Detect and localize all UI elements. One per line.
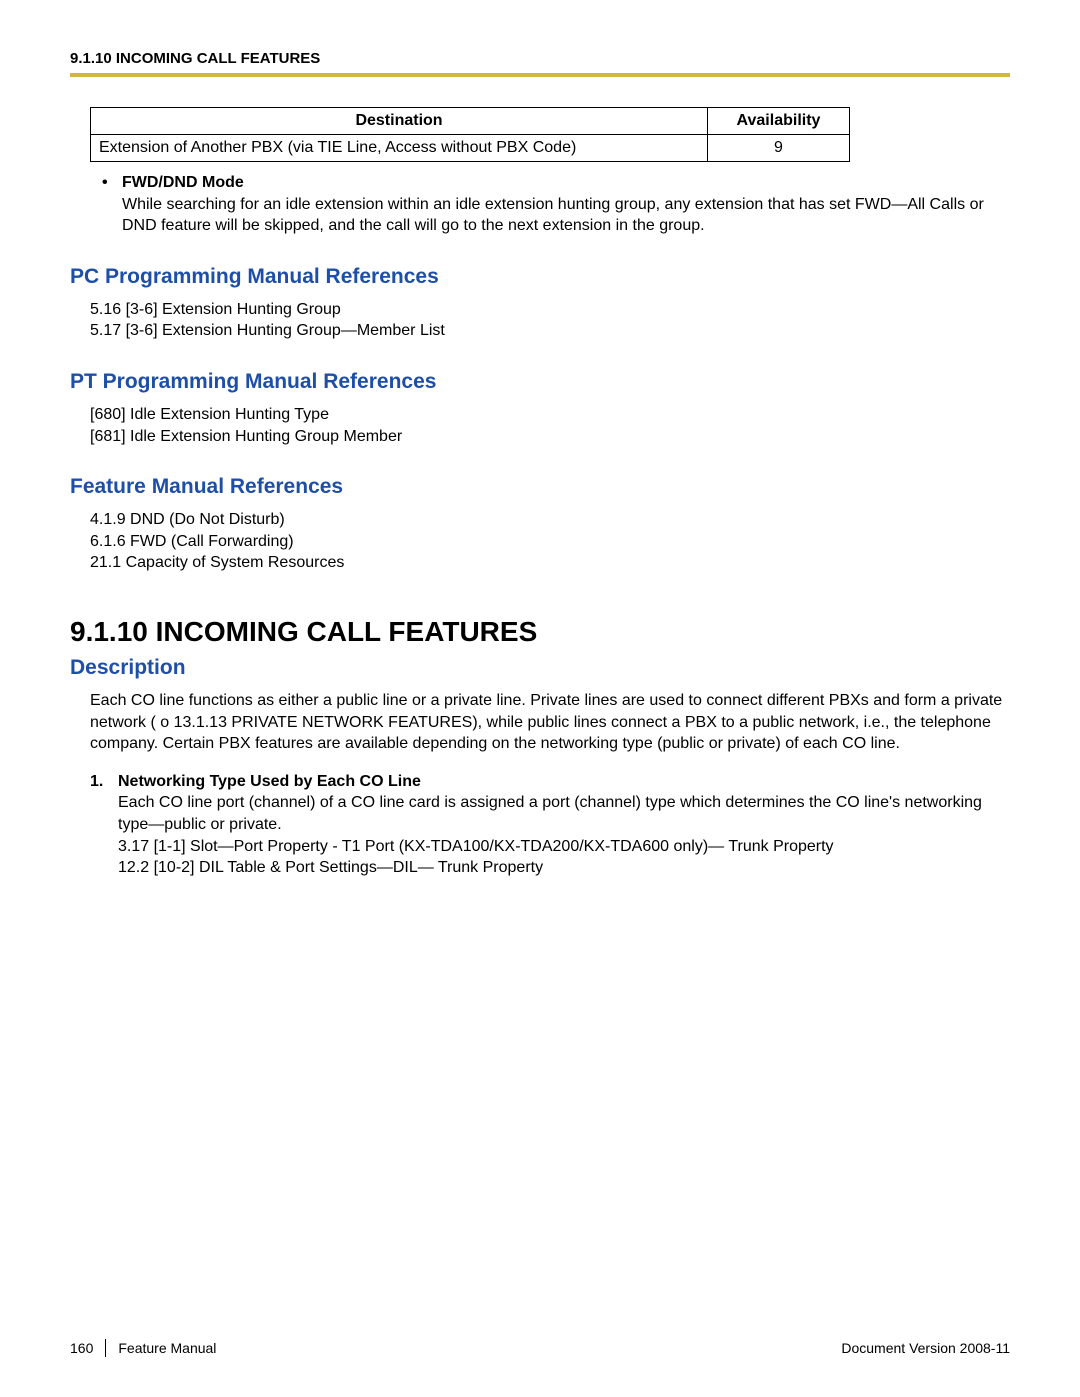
networking-type-item: 1. Networking Type Used by Each CO Line …	[90, 771, 1010, 879]
page-footer: 160 Feature Manual Document Version 2008…	[70, 1339, 1010, 1357]
bullet-icon: •	[102, 172, 122, 237]
pt-programming-refs: [680] Idle Extension Hunting Type [681] …	[90, 404, 1010, 447]
description-heading: Description	[70, 656, 1010, 680]
table-cell-destination: Extension of Another PBX (via TIE Line, …	[91, 135, 708, 162]
feature-manual-refs: 4.1.9 DND (Do Not Disturb) 6.1.6 FWD (Ca…	[90, 509, 1010, 574]
footer-page-number: 160	[70, 1340, 93, 1356]
item-body: Each CO line port (channel) of a CO line…	[118, 792, 1010, 878]
table-header-destination: Destination	[91, 108, 708, 135]
bullet-body: While searching for an idle extension wi…	[122, 194, 1010, 237]
table-header-availability: Availability	[708, 108, 850, 135]
item-title: Networking Type Used by Each CO Line	[118, 771, 1010, 793]
destination-table: Destination Availability Extension of An…	[90, 107, 850, 162]
header-rule	[70, 73, 1010, 77]
pt-programming-heading: PT Programming Manual References	[70, 370, 1010, 394]
table-row: Extension of Another PBX (via TIE Line, …	[91, 135, 850, 162]
description-body: Each CO line functions as either a publi…	[90, 690, 1010, 755]
item-number: 1.	[90, 771, 118, 879]
page-header: 9.1.10 INCOMING CALL FEATURES	[70, 50, 1010, 67]
bullet-title: FWD/DND Mode	[122, 172, 1010, 194]
feature-manual-heading: Feature Manual References	[70, 475, 1010, 499]
fwd-dnd-bullet: • FWD/DND Mode While searching for an id…	[102, 172, 1010, 237]
footer-version: Document Version 2008-11	[841, 1340, 1010, 1356]
pc-programming-heading: PC Programming Manual References	[70, 265, 1010, 289]
footer-divider	[105, 1339, 106, 1357]
table-cell-availability: 9	[708, 135, 850, 162]
pc-programming-refs: 5.16 [3-6] Extension Hunting Group 5.17 …	[90, 299, 1010, 342]
main-section-heading: 9.1.10 INCOMING CALL FEATURES	[70, 616, 1010, 648]
footer-manual-name: Feature Manual	[118, 1340, 216, 1356]
